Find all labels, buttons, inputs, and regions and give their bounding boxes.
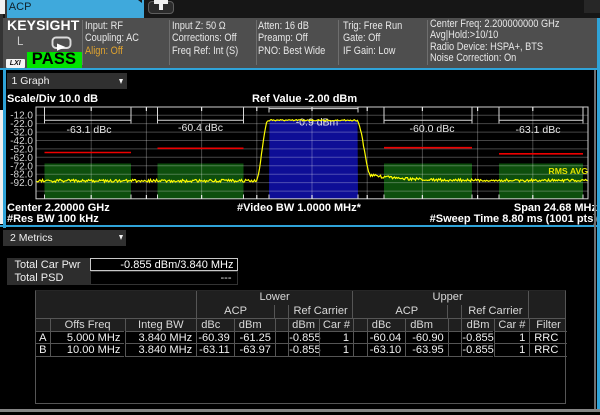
svg-text:-0.9 dBm: -0.9 dBm xyxy=(296,117,339,129)
svg-text:RMS AVG: RMS AVG xyxy=(548,166,588,176)
svg-text:-63.1 dBc: -63.1 dBc xyxy=(516,124,561,136)
svg-text:-92.0: -92.0 xyxy=(10,178,33,189)
svg-text:-63.1 dBc: -63.1 dBc xyxy=(67,124,112,136)
svg-text:-60.0 dBc: -60.0 dBc xyxy=(410,123,455,135)
svg-text:-60.4 dBc: -60.4 dBc xyxy=(178,122,223,134)
